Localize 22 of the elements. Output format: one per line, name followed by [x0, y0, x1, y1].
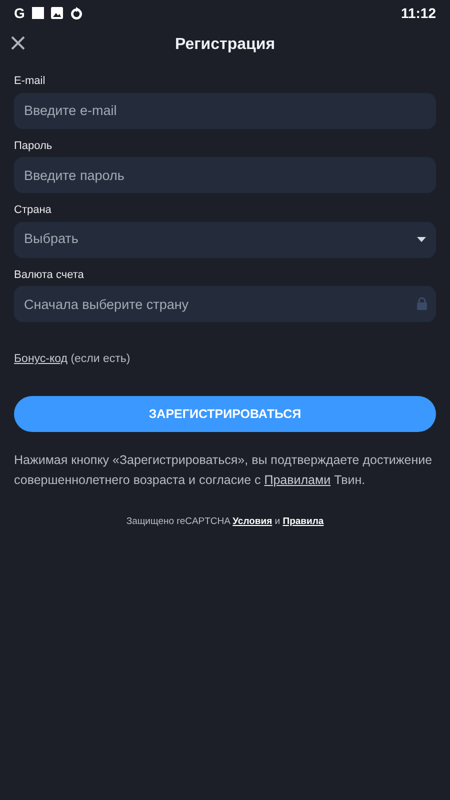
- field-label: E-mail: [14, 74, 46, 89]
- bonus-code-link[interactable]: Бонус-код: [14, 353, 68, 365]
- bonus-code-text: Бонус-код (если есть): [14, 352, 132, 367]
- status-time: 11:12: [400, 4, 436, 22]
- rules-link[interactable]: Правилами: [264, 473, 331, 488]
- square-icon: [32, 7, 44, 19]
- recaptcha-text: Защищено reCAPTCHA Условия и Правила: [125, 515, 325, 530]
- consent-text: Нажимая кнопку «Зарегистрироваться», вы подтверждаете достижение совершеннолетнего возраста и согласие с Правилами Твин.: [14, 452, 434, 490]
- rules-link[interactable]: Правила: [282, 516, 324, 528]
- page-title: Регистрация: [174, 35, 276, 55]
- terms-link[interactable]: Условия: [232, 516, 272, 528]
- lock-icon: [417, 297, 427, 310]
- email-field[interactable]: Введите e-mail: [14, 92, 436, 128]
- status-letter: G: [14, 4, 25, 22]
- image-icon: [50, 7, 63, 19]
- field-label: Пароль: [14, 138, 52, 154]
- password-field[interactable]: Введите пароль: [14, 157, 436, 193]
- field-label: Страна: [14, 203, 52, 218]
- field-label: Валюта счета: [14, 268, 84, 282]
- country-select[interactable]: Выбрать: [14, 222, 436, 258]
- refresh-icon: [70, 6, 83, 20]
- caret-icon: [417, 237, 426, 242]
